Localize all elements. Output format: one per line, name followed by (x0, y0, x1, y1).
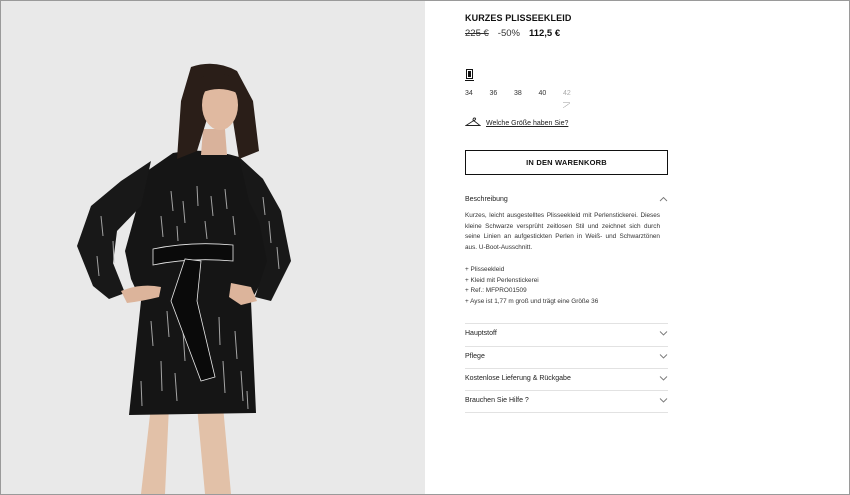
size-guide-link[interactable]: Welche Größe haben Sie? (464, 117, 569, 129)
divider (465, 412, 668, 413)
accordion-help-label: Brauchen Sie Hilfe ? (465, 397, 529, 404)
accordion-help[interactable]: Brauchen Sie Hilfe ? (465, 397, 668, 404)
list-item: Plisseekleid (465, 265, 598, 276)
accordion-description-label: Beschreibung (465, 196, 508, 203)
size-option-36[interactable]: 36 (490, 90, 515, 97)
accordion-care-label: Pflege (465, 353, 485, 360)
size-option-42[interactable]: 42 (563, 90, 588, 108)
hanger-icon (464, 117, 482, 129)
old-price: 225 € (465, 28, 489, 39)
accordion-main-fabric-label: Hauptstoff (465, 330, 497, 337)
divider (465, 390, 668, 391)
size-selector: 34 36 38 40 42 (465, 90, 588, 108)
size-option-38[interactable]: 38 (514, 90, 539, 97)
accordion-delivery[interactable]: Kostenlose Lieferung & Rückgabe (465, 375, 668, 382)
product-photo (1, 1, 425, 494)
description-text: Kurzes, leicht ausgestelltes Plisseeklei… (465, 212, 660, 251)
chevron-up-icon (659, 196, 668, 204)
accordion-care[interactable]: Pflege (465, 353, 668, 360)
divider (465, 368, 668, 369)
chevron-down-icon (659, 353, 668, 361)
divider (465, 323, 668, 324)
size-option-40[interactable]: 40 (539, 90, 564, 97)
description-bullets: Plisseekleid Kleid mit Perlenstickerei R… (465, 265, 598, 307)
chevron-down-icon (659, 330, 668, 338)
list-item: Kleid mit Perlenstickerei (465, 276, 598, 287)
accordion-delivery-label: Kostenlose Lieferung & Rückgabe (465, 375, 571, 382)
color-swatch-black[interactable] (466, 69, 473, 79)
chevron-down-icon (659, 375, 668, 383)
product-title: KURZES PLISSEEKLEID (465, 13, 572, 23)
swatch-selected-underline (465, 80, 474, 81)
size-guide-label: Welche Größe haben Sie? (486, 119, 569, 127)
add-to-cart-button[interactable]: IN DEN WARENKORB (465, 150, 668, 175)
price-row: 225 € -50% 112,5 € (465, 28, 560, 39)
chevron-down-icon (659, 397, 668, 405)
list-item: Ayse ist 1,77 m groß und trägt eine Größ… (465, 297, 598, 308)
discount-badge: -50% (497, 28, 520, 39)
current-price: 112,5 € (528, 28, 561, 39)
divider (465, 346, 668, 347)
size-option-34[interactable]: 34 (465, 90, 490, 97)
list-item: Ref.: MFPRO01509 (465, 286, 598, 297)
accordion-description[interactable]: Beschreibung (465, 196, 668, 203)
accordion-main-fabric[interactable]: Hauptstoff (465, 330, 668, 337)
